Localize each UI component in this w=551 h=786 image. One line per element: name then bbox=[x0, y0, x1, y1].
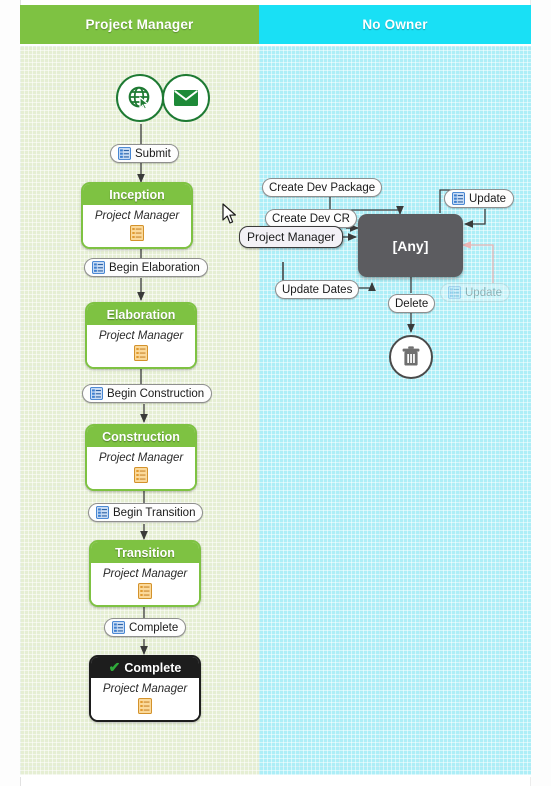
start-node-web[interactable] bbox=[116, 74, 164, 122]
transition-update-dates[interactable]: Update Dates bbox=[275, 280, 360, 299]
document-list-icon bbox=[138, 583, 152, 599]
checkmark-icon: ✔ bbox=[108, 659, 121, 675]
state-node-construction[interactable]: Construction Project Manager bbox=[85, 424, 197, 491]
state-owner: Project Manager bbox=[94, 210, 180, 222]
transition-begin-elaboration[interactable]: Begin Elaboration bbox=[84, 258, 208, 277]
list-icon bbox=[112, 621, 125, 634]
transition-begin-construction[interactable]: Begin Construction bbox=[82, 384, 213, 403]
list-icon bbox=[118, 147, 131, 160]
transition-label: Begin Elaboration bbox=[109, 261, 200, 274]
transition-label: Update bbox=[469, 192, 507, 205]
state-body: Project Manager bbox=[91, 563, 199, 605]
swimlane-header-project-manager[interactable]: Project Manager bbox=[20, 5, 259, 44]
start-node-mail[interactable] bbox=[162, 74, 210, 122]
transition-label: Complete bbox=[129, 621, 179, 634]
list-icon bbox=[92, 261, 105, 274]
state-title: Elaboration bbox=[87, 304, 195, 325]
state-node-complete[interactable]: ✔ Complete Project Manager bbox=[89, 655, 201, 722]
state-owner: Project Manager bbox=[98, 452, 184, 464]
state-owner: Project Manager bbox=[102, 683, 188, 695]
state-body: Project Manager bbox=[87, 325, 195, 367]
list-icon bbox=[452, 192, 465, 205]
state-node-transition[interactable]: Transition Project Manager bbox=[89, 540, 201, 607]
state-owner: Project Manager bbox=[102, 568, 188, 580]
transition-label: Begin Construction bbox=[107, 387, 205, 400]
state-title: Transition bbox=[91, 542, 199, 563]
mouse-cursor bbox=[222, 203, 236, 224]
document-list-icon bbox=[138, 698, 152, 714]
envelope-icon bbox=[174, 90, 198, 106]
transition-update-drag-ghost[interactable]: Update bbox=[440, 283, 511, 302]
canvas-right-margin bbox=[530, 0, 551, 786]
transition-label: Update bbox=[465, 286, 503, 299]
transition-submit[interactable]: Submit bbox=[110, 144, 179, 163]
state-body: Project Manager bbox=[91, 678, 199, 720]
tooltip-label: Project Manager bbox=[247, 230, 336, 244]
state-node-any[interactable]: [Any] bbox=[358, 214, 463, 277]
transition-label: Update Dates bbox=[282, 283, 353, 296]
transition-label: Begin Transition bbox=[113, 506, 196, 519]
document-list-icon bbox=[134, 345, 148, 361]
list-icon bbox=[448, 286, 461, 299]
list-icon bbox=[96, 506, 109, 519]
owner-tooltip: Project Manager bbox=[239, 226, 344, 248]
workflow-diagram-screen: Project Manager No Owner Submit Begin El… bbox=[0, 0, 551, 786]
document-list-icon bbox=[134, 467, 148, 483]
document-list-icon bbox=[130, 225, 144, 241]
canvas-left-margin bbox=[0, 0, 21, 786]
transition-update[interactable]: Update bbox=[444, 189, 515, 208]
state-node-inception[interactable]: Inception Project Manager bbox=[81, 182, 193, 249]
transition-label: Submit bbox=[135, 147, 171, 160]
state-body: Project Manager bbox=[83, 205, 191, 247]
swimlane-header-no-owner[interactable]: No Owner bbox=[259, 5, 531, 44]
end-node-delete[interactable] bbox=[389, 335, 433, 379]
transition-create-dev-package[interactable]: Create Dev Package bbox=[262, 178, 383, 197]
transition-complete[interactable]: Complete bbox=[104, 618, 187, 637]
transition-label: Delete bbox=[395, 297, 429, 310]
state-body: Project Manager bbox=[87, 447, 195, 489]
transition-begin-transition[interactable]: Begin Transition bbox=[88, 503, 204, 522]
state-node-elaboration[interactable]: Elaboration Project Manager bbox=[85, 302, 197, 369]
list-icon bbox=[90, 387, 103, 400]
state-title: Inception bbox=[83, 184, 191, 205]
swimlane-body-no-owner[interactable] bbox=[259, 46, 531, 775]
swimlane-no-owner[interactable]: No Owner bbox=[259, 5, 531, 777]
transition-label: Create Dev Package bbox=[269, 181, 376, 194]
state-title: Construction bbox=[87, 426, 195, 447]
transition-label: Create Dev CR bbox=[272, 212, 350, 225]
any-node-label: [Any] bbox=[392, 237, 429, 254]
trash-icon bbox=[402, 346, 420, 366]
transition-delete[interactable]: Delete bbox=[388, 294, 436, 313]
globe-cursor-icon bbox=[128, 86, 150, 110]
state-title-text: Complete bbox=[124, 660, 182, 675]
state-title-complete: ✔ Complete bbox=[91, 657, 199, 678]
state-owner: Project Manager bbox=[98, 330, 184, 342]
